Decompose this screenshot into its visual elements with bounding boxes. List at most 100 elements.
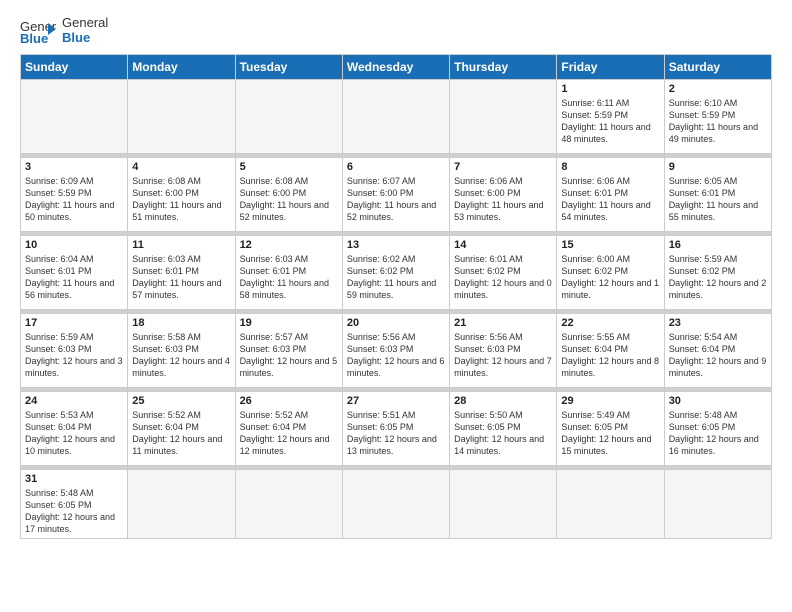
day-number: 26 <box>240 395 338 407</box>
calendar-cell: 8 Sunrise: 6:06 AM Sunset: 6:01 PM Daylig… <box>557 157 664 231</box>
day-info: Sunrise: 6:06 AM Sunset: 6:01 PM Dayligh… <box>561 175 659 224</box>
day-number: 16 <box>669 239 767 251</box>
calendar-cell <box>21 79 128 153</box>
calendar-cell: 21 Sunrise: 5:56 AM Sunset: 6:03 PM Dayli… <box>450 313 557 387</box>
logo-icon: General Blue <box>20 17 56 45</box>
calendar-week-row: 31 Sunrise: 5:48 AM Sunset: 6:05 PM Dayli… <box>21 469 772 539</box>
calendar-week-row: 10 Sunrise: 6:04 AM Sunset: 6:01 PM Dayli… <box>21 235 772 309</box>
calendar-cell: 3 Sunrise: 6:09 AM Sunset: 5:59 PM Daylig… <box>21 157 128 231</box>
day-info: Sunrise: 5:59 AM Sunset: 6:03 PM Dayligh… <box>25 331 123 380</box>
day-info: Sunrise: 6:03 AM Sunset: 6:01 PM Dayligh… <box>240 253 338 302</box>
day-number: 23 <box>669 317 767 329</box>
logo-general: General <box>62 16 108 31</box>
day-info: Sunrise: 5:55 AM Sunset: 6:04 PM Dayligh… <box>561 331 659 380</box>
calendar-cell: 2 Sunrise: 6:10 AM Sunset: 5:59 PM Daylig… <box>664 79 771 153</box>
calendar-cell: 20Sunrise: 5:56 AM Sunset: 6:03 PM Dayli… <box>342 313 449 387</box>
day-number: 20 <box>347 317 445 329</box>
weekday-header: Monday <box>128 54 235 79</box>
day-info: Sunrise: 6:03 AM Sunset: 6:01 PM Dayligh… <box>132 253 230 302</box>
day-number: 12 <box>240 239 338 251</box>
calendar-cell: 22Sunrise: 5:55 AM Sunset: 6:04 PM Dayli… <box>557 313 664 387</box>
calendar-cell: 9 Sunrise: 6:05 AM Sunset: 6:01 PM Daylig… <box>664 157 771 231</box>
calendar-cell: 16 Sunrise: 5:59 AM Sunset: 6:02 PM Dayli… <box>664 235 771 309</box>
day-number: 13 <box>347 239 445 251</box>
calendar-cell: 5Sunrise: 6:08 AM Sunset: 6:00 PM Daylig… <box>235 157 342 231</box>
day-info: Sunrise: 6:09 AM Sunset: 5:59 PM Dayligh… <box>25 175 123 224</box>
day-number: 1 <box>561 83 659 95</box>
day-info: Sunrise: 6:00 AM Sunset: 6:02 PM Dayligh… <box>561 253 659 302</box>
day-number: 15 <box>561 239 659 251</box>
day-info: Sunrise: 6:04 AM Sunset: 6:01 PM Dayligh… <box>25 253 123 302</box>
day-info: Sunrise: 6:05 AM Sunset: 6:01 PM Dayligh… <box>669 175 767 224</box>
calendar-cell <box>235 79 342 153</box>
weekday-header: Wednesday <box>342 54 449 79</box>
calendar-week-row: 24Sunrise: 5:53 AM Sunset: 6:04 PM Dayli… <box>21 391 772 465</box>
calendar-cell <box>128 79 235 153</box>
day-info: Sunrise: 6:11 AM Sunset: 5:59 PM Dayligh… <box>561 97 659 146</box>
day-number: 21 <box>454 317 552 329</box>
weekday-header: Friday <box>557 54 664 79</box>
day-info: Sunrise: 6:02 AM Sunset: 6:02 PM Dayligh… <box>347 253 445 302</box>
day-number: 8 <box>561 161 659 173</box>
day-info: Sunrise: 5:52 AM Sunset: 6:04 PM Dayligh… <box>132 409 230 458</box>
day-info: Sunrise: 6:10 AM Sunset: 5:59 PM Dayligh… <box>669 97 767 146</box>
weekday-header: Sunday <box>21 54 128 79</box>
day-number: 29 <box>561 395 659 407</box>
calendar-cell: 11 Sunrise: 6:03 AM Sunset: 6:01 PM Dayli… <box>128 235 235 309</box>
calendar-cell: 27 Sunrise: 5:51 AM Sunset: 6:05 PM Dayli… <box>342 391 449 465</box>
day-number: 3 <box>25 161 123 173</box>
day-info: Sunrise: 5:57 AM Sunset: 6:03 PM Dayligh… <box>240 331 338 380</box>
calendar-table: SundayMondayTuesdayWednesdayThursdayFrid… <box>20 54 772 540</box>
calendar-cell: 14 Sunrise: 6:01 AM Sunset: 6:02 PM Dayli… <box>450 235 557 309</box>
calendar-cell: 29Sunrise: 5:49 AM Sunset: 6:05 PM Dayli… <box>557 391 664 465</box>
calendar-cell <box>342 79 449 153</box>
day-number: 14 <box>454 239 552 251</box>
calendar-cell: 26Sunrise: 5:52 AM Sunset: 6:04 PM Dayli… <box>235 391 342 465</box>
day-number: 27 <box>347 395 445 407</box>
logo-blue: Blue <box>62 31 108 46</box>
svg-text:Blue: Blue <box>20 31 48 45</box>
weekday-header-row: SundayMondayTuesdayWednesdayThursdayFrid… <box>21 54 772 79</box>
day-number: 9 <box>669 161 767 173</box>
day-info: Sunrise: 5:50 AM Sunset: 6:05 PM Dayligh… <box>454 409 552 458</box>
day-number: 7 <box>454 161 552 173</box>
day-number: 30 <box>669 395 767 407</box>
calendar-cell: 25Sunrise: 5:52 AM Sunset: 6:04 PM Dayli… <box>128 391 235 465</box>
calendar-cell <box>342 469 449 539</box>
day-number: 2 <box>669 83 767 95</box>
calendar-cell <box>557 469 664 539</box>
calendar-cell: 1 Sunrise: 6:11 AM Sunset: 5:59 PM Daylig… <box>557 79 664 153</box>
day-info: Sunrise: 5:58 AM Sunset: 6:03 PM Dayligh… <box>132 331 230 380</box>
day-number: 28 <box>454 395 552 407</box>
day-number: 6 <box>347 161 445 173</box>
day-number: 31 <box>25 473 123 485</box>
day-number: 11 <box>132 239 230 251</box>
calendar-cell: 6 Sunrise: 6:07 AM Sunset: 6:00 PM Daylig… <box>342 157 449 231</box>
weekday-header: Tuesday <box>235 54 342 79</box>
day-info: Sunrise: 6:01 AM Sunset: 6:02 PM Dayligh… <box>454 253 552 302</box>
calendar-week-row: 17 Sunrise: 5:59 AM Sunset: 6:03 PM Dayli… <box>21 313 772 387</box>
day-info: Sunrise: 5:56 AM Sunset: 6:03 PM Dayligh… <box>454 331 552 380</box>
day-info: Sunrise: 5:53 AM Sunset: 6:04 PM Dayligh… <box>25 409 123 458</box>
day-info: Sunrise: 5:59 AM Sunset: 6:02 PM Dayligh… <box>669 253 767 302</box>
calendar-cell: 12 Sunrise: 6:03 AM Sunset: 6:01 PM Dayli… <box>235 235 342 309</box>
calendar-cell <box>450 469 557 539</box>
day-info: Sunrise: 6:06 AM Sunset: 6:00 PM Dayligh… <box>454 175 552 224</box>
day-info: Sunrise: 5:48 AM Sunset: 6:05 PM Dayligh… <box>25 487 123 536</box>
calendar-cell: 30 Sunrise: 5:48 AM Sunset: 6:05 PM Dayli… <box>664 391 771 465</box>
day-info: Sunrise: 5:51 AM Sunset: 6:05 PM Dayligh… <box>347 409 445 458</box>
day-number: 10 <box>25 239 123 251</box>
day-info: Sunrise: 6:07 AM Sunset: 6:00 PM Dayligh… <box>347 175 445 224</box>
day-number: 4 <box>132 161 230 173</box>
day-info: Sunrise: 5:48 AM Sunset: 6:05 PM Dayligh… <box>669 409 767 458</box>
day-number: 17 <box>25 317 123 329</box>
calendar-cell: 4Sunrise: 6:08 AM Sunset: 6:00 PM Daylig… <box>128 157 235 231</box>
day-info: Sunrise: 5:54 AM Sunset: 6:04 PM Dayligh… <box>669 331 767 380</box>
calendar-cell: 24Sunrise: 5:53 AM Sunset: 6:04 PM Dayli… <box>21 391 128 465</box>
logo: General Blue General Blue <box>20 16 108 46</box>
calendar-cell <box>450 79 557 153</box>
calendar-cell: 19Sunrise: 5:57 AM Sunset: 6:03 PM Dayli… <box>235 313 342 387</box>
weekday-header: Saturday <box>664 54 771 79</box>
day-number: 18 <box>132 317 230 329</box>
calendar-cell <box>128 469 235 539</box>
